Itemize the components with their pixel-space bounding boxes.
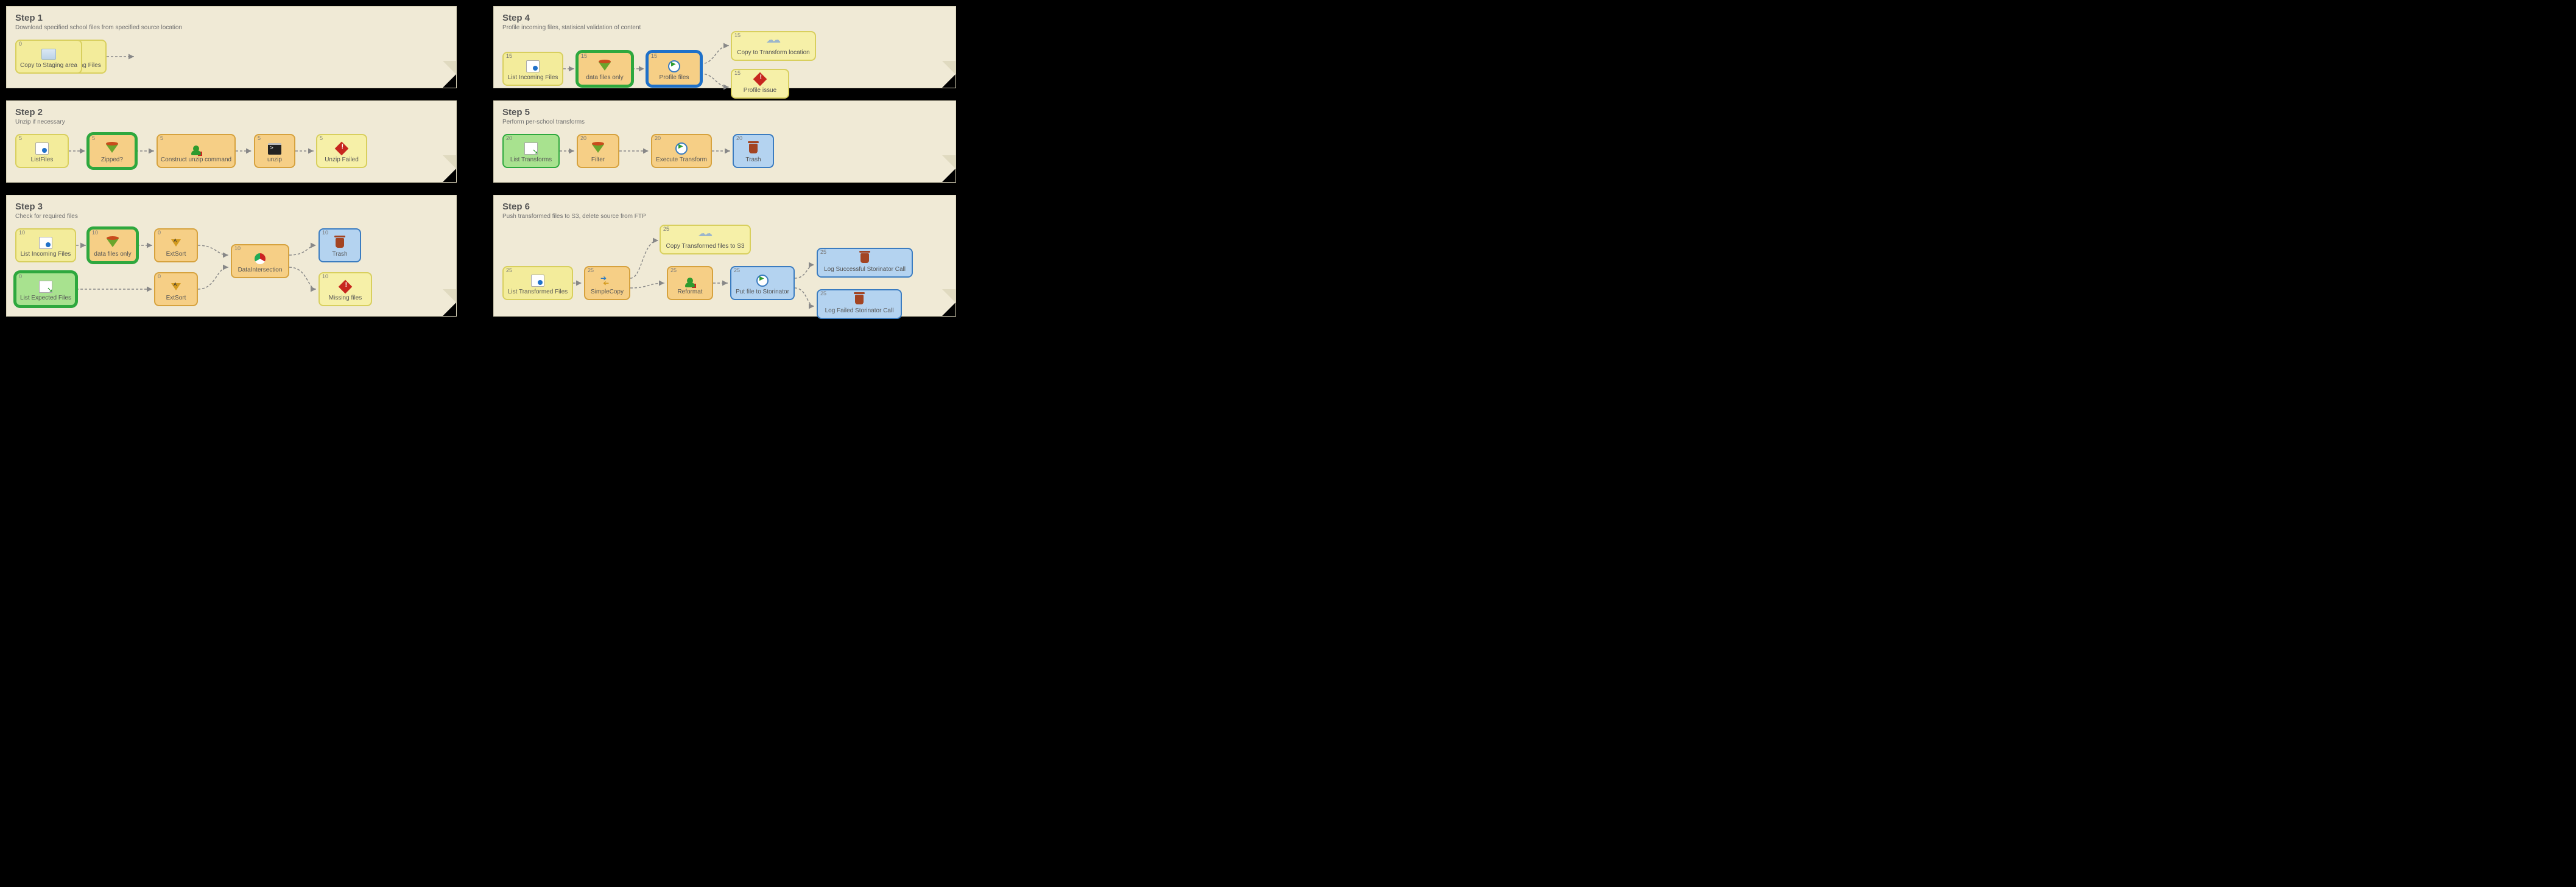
node-unzip[interactable]: 5 unzip — [254, 134, 295, 168]
dog-ear-icon — [942, 169, 955, 182]
panel-subtitle: Push transformed files to S3, delete sou… — [502, 213, 947, 220]
node-profile-files[interactable]: 15 Profile files — [647, 52, 701, 86]
trash-icon — [745, 142, 762, 155]
copy-icon — [40, 47, 57, 61]
node-reformat[interactable]: 25 Reformat — [667, 266, 713, 300]
node-simplecopy[interactable]: 25 SimpleCopy — [584, 266, 630, 300]
panel-title: Step 6 — [502, 202, 947, 212]
clouds-icon — [765, 35, 782, 48]
gear-play-icon — [666, 60, 683, 73]
node-copy-transform[interactable]: 15 Copy to Transform location — [731, 31, 816, 61]
dog-ear-icon — [443, 303, 456, 316]
filter-icon — [104, 142, 121, 155]
node-data-intersection[interactable]: 10 DataIntersection — [231, 244, 289, 278]
node-construct-unzip[interactable]: 5 Construct unzip command — [157, 134, 236, 168]
panel-subtitle: Perform per-school transforms — [502, 119, 947, 125]
gear-play-icon — [673, 142, 690, 155]
node-extsort-top[interactable]: 0 ExtSort — [154, 228, 198, 262]
node-list-incoming[interactable]: 15 List Incoming Files — [502, 52, 563, 86]
terminal-icon — [266, 142, 283, 155]
panel-title: Step 3 — [15, 202, 448, 212]
node-profile-issue[interactable]: 15 Profile issue — [731, 69, 789, 99]
panel-step-3: Step 3 Check for required files 10 List … — [6, 195, 457, 317]
node-list-transforms[interactable]: 20 List Transforms — [502, 134, 560, 168]
panel-title: Step 4 — [502, 13, 947, 23]
panel-subtitle: Check for required files — [15, 213, 448, 220]
page-info-icon — [529, 274, 546, 287]
panel-step-6: Step 6 Push transformed files to S3, del… — [493, 195, 956, 317]
sheet-icon — [523, 142, 540, 155]
dog-ear-icon — [443, 74, 456, 88]
gear-play-icon — [754, 274, 771, 287]
node-zipped-check[interactable]: 5 Zipped? — [88, 134, 136, 168]
node-missing-files[interactable]: 10 Missing files — [318, 272, 372, 306]
node-unzip-failed[interactable]: 5 Unzip Failed — [316, 134, 367, 168]
node-trash[interactable]: 10 Trash — [318, 228, 361, 262]
node-copy-to-s3[interactable]: 25 Copy Transformed files to S3 — [660, 225, 751, 254]
trash-icon — [856, 251, 873, 265]
node-list-incoming[interactable]: 10 List Incoming Files — [15, 228, 76, 262]
clouds-icon — [697, 228, 714, 242]
filter-icon — [589, 142, 607, 155]
node-copy-staging[interactable]: 0 Copy to Staging area — [15, 40, 82, 74]
node-put-storinator[interactable]: 25 Put file to Storinator — [730, 266, 795, 300]
filter-icon — [104, 236, 121, 250]
swap-icon — [599, 274, 616, 287]
filter-icon — [596, 60, 613, 73]
panel-step-2: Step 2 Unzip if necessary 5 ListFiles 5 … — [6, 100, 457, 183]
panel-title: Step 1 — [15, 13, 448, 23]
node-log-success[interactable]: 25 Log Successful Storinator Call — [817, 248, 913, 278]
alert-icon — [751, 72, 769, 86]
node-trash[interactable]: 20 Trash — [733, 134, 774, 168]
sort-icon — [167, 280, 185, 293]
person-icon — [188, 142, 205, 155]
person-icon — [681, 274, 699, 287]
sheet-icon — [37, 280, 54, 293]
panel-subtitle: Download specified school files from spe… — [15, 24, 448, 31]
node-extsort-bottom[interactable]: 0 ExtSort — [154, 272, 198, 306]
node-list-transformed[interactable]: 25 List Transformed Files — [502, 266, 573, 300]
dog-ear-icon — [443, 169, 456, 182]
dog-ear-icon — [942, 74, 955, 88]
panel-subtitle: Profile incoming files, statisical valid… — [502, 24, 947, 31]
node-log-failed[interactable]: 25 Log Failed Storinator Call — [817, 289, 902, 319]
node-list-files[interactable]: 5 ListFiles — [15, 134, 69, 168]
alert-icon — [333, 142, 350, 155]
panel-step-5: Step 5 Perform per-school transforms 20 … — [493, 100, 956, 183]
sort-icon — [167, 236, 185, 250]
panel-step-4: Step 4 Profile incoming files, statisica… — [493, 6, 956, 88]
panel-step-1: Step 1 Download specified school files f… — [6, 6, 457, 88]
page-info-icon — [524, 60, 541, 73]
node-data-files-only[interactable]: 15 data files only — [577, 52, 632, 86]
ball-icon — [252, 252, 269, 265]
dog-ear-icon — [942, 303, 955, 316]
node-filter[interactable]: 20 Filter — [577, 134, 619, 168]
page-info-icon — [37, 236, 54, 250]
page-info-icon — [33, 142, 51, 155]
trash-icon — [331, 236, 348, 250]
panel-title: Step 5 — [502, 107, 947, 117]
node-execute-transform[interactable]: 20 Execute Transform — [651, 134, 712, 168]
alert-icon — [337, 280, 354, 293]
trash-icon — [851, 293, 868, 306]
panel-title: Step 2 — [15, 107, 448, 117]
node-list-expected[interactable]: 0 List Expected Files — [15, 272, 76, 306]
node-data-files-only[interactable]: 10 data files only — [88, 228, 137, 262]
panel-subtitle: Unzip if necessary — [15, 119, 448, 125]
